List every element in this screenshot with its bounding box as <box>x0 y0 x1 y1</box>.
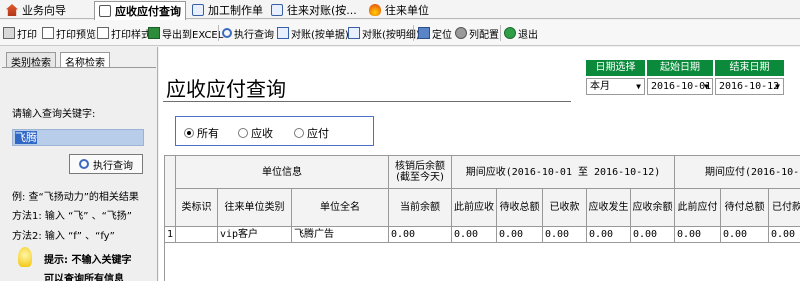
method1-text: 方法1: 输入 “飞” 、“飞扬” <box>12 211 132 222</box>
start-date-label: 起始日期 <box>647 60 713 76</box>
col-pending-receivable[interactable]: 待收总额 <box>497 189 543 227</box>
document-icon <box>99 5 111 17</box>
col-unit-category[interactable]: 往来单位类别 <box>218 189 292 227</box>
excel-icon <box>148 27 160 39</box>
tab-bar: 业务向导 应收应付查询 加工制作单 往来对账(按... 往来单位 <box>0 0 800 20</box>
toolbar: 打印 打印预览 打印样式 导出到EXCEL 执行查询 对账(按单据) 对账(按明… <box>0 20 800 46</box>
flame-icon <box>369 4 381 16</box>
hint-line2: 可以查询所有信息 <box>44 274 124 281</box>
col-unit-name[interactable]: 单位全名 <box>292 189 389 227</box>
export-excel-button[interactable]: 导出到EXCEL <box>148 24 223 42</box>
cell-prev-payable: 0.00 <box>675 227 721 243</box>
dropdown-arrow-icon: ▼ <box>775 82 780 91</box>
lightbulb-icon <box>18 247 32 267</box>
ledger-icon <box>271 4 283 16</box>
cell-prev-receivable: 0.00 <box>452 227 497 243</box>
col-receivable-balance[interactable]: 应收余额 <box>631 189 675 227</box>
row-index: 1 <box>165 227 176 243</box>
row-number-header <box>165 156 176 227</box>
column-config-button[interactable]: 列配置 <box>455 24 499 42</box>
col-current-balance[interactable]: 当前余额 <box>389 189 452 227</box>
col-prev-payable[interactable]: 此前应付 <box>675 189 721 227</box>
search-panel: 类别检索 名称检索 请输入查询关键字: 飞腾 执行查询 例: 查“飞扬动力”的相… <box>0 47 158 281</box>
locate-icon <box>418 27 430 39</box>
group-unit-info: 单位信息 <box>176 156 389 189</box>
reconcile-detail-icon <box>348 27 360 39</box>
tab-trading-units[interactable]: 往来单位 <box>365 1 433 19</box>
tab-business-guide[interactable]: 业务向导 <box>2 1 70 19</box>
search-icon <box>79 159 89 169</box>
print-style-icon <box>97 27 109 39</box>
dropdown-arrow-icon: ▼ <box>704 82 709 91</box>
method2-text: 方法2: 输入 “f” 、“fy” <box>12 231 115 242</box>
radio-dot <box>238 128 248 138</box>
tab-account-reconcile[interactable]: 往来对账(按... <box>267 1 361 19</box>
app-window: 业务向导 应收应付查询 加工制作单 往来对账(按... 往来单位 打印 打印预览 <box>0 0 800 281</box>
tab-processing-order[interactable]: 加工制作单 <box>188 1 267 19</box>
keyword-input[interactable]: 飞腾 <box>12 129 144 146</box>
form-icon <box>192 4 204 16</box>
print-style-button[interactable]: 打印样式 <box>97 24 151 42</box>
tab-name-search[interactable]: 名称检索 <box>60 52 110 69</box>
toolbar-separator <box>218 25 219 41</box>
end-date-label: 结束日期 <box>715 60 784 76</box>
cell-paid: 0.00 <box>769 227 800 243</box>
col-receivable-incurred[interactable]: 应收发生 <box>587 189 631 227</box>
group-balance: 核销后余额 (截至今天) <box>389 156 452 189</box>
col-pending-payable[interactable]: 待付总额 <box>721 189 769 227</box>
result-table: 单位信息 核销后余额 (截至今天) 期间应收(2016-10-01 至 2016… <box>164 155 800 281</box>
tab-category-search[interactable]: 类别检索 <box>6 52 56 69</box>
reconcile-by-detail-button[interactable]: 对账(按明细) <box>348 24 420 42</box>
cell-pending-receivable: 0.00 <box>497 227 543 243</box>
col-prev-receivable[interactable]: 此前应收 <box>452 189 497 227</box>
run-query-button[interactable]: 执行查询 <box>222 24 274 42</box>
col-received[interactable]: 已收款 <box>543 189 587 227</box>
keyword-prompt: 请输入查询关键字: <box>12 109 96 120</box>
date-select-dropdown[interactable]: 本月 ▼ <box>586 78 645 95</box>
locate-button[interactable]: 定位 <box>418 24 452 42</box>
exit-icon <box>504 27 516 39</box>
print-button[interactable]: 打印 <box>3 24 37 42</box>
cell-receivable-incurred: 0.00 <box>587 227 631 243</box>
title-underline <box>163 101 571 102</box>
radio-receivable[interactable]: 应收 <box>238 125 273 141</box>
cell-unit-category: vip客户 <box>218 227 292 243</box>
search-icon <box>222 28 232 38</box>
type-radio-group: 所有 应收 应付 <box>175 116 374 146</box>
radio-all[interactable]: 所有 <box>184 125 219 141</box>
cell-unit-name: 飞腾广告 <box>292 227 389 243</box>
cell-received: 0.00 <box>543 227 587 243</box>
cell-type-id <box>176 227 218 243</box>
print-preview-button[interactable]: 打印预览 <box>42 24 96 42</box>
cell-current-balance: 0.00 <box>389 227 452 243</box>
group-period-payable: 期间应付(2016-10- <box>675 156 800 189</box>
main-content: 应收应付查询 日期选择 起始日期 结束日期 本月 ▼ 2016-10-01 ▼ … <box>159 47 800 281</box>
gear-icon <box>455 27 467 39</box>
group-period-receivable: 期间应收(2016-10-01 至 2016-10-12) <box>452 156 675 189</box>
start-date-picker[interactable]: 2016-10-01 ▼ <box>647 78 713 95</box>
reconcile-icon <box>277 27 289 39</box>
exit-button[interactable]: 退出 <box>504 24 538 42</box>
reconcile-by-document-button[interactable]: 对账(按单据) <box>277 24 349 42</box>
house-icon <box>6 4 18 16</box>
col-type-id[interactable]: 类标识 <box>176 189 218 227</box>
dropdown-arrow-icon: ▼ <box>636 82 641 91</box>
cell-receivable-balance: 0.00 <box>631 227 675 243</box>
cell-pending-payable: 0.00 <box>721 227 769 243</box>
toolbar-separator <box>413 25 414 41</box>
toolbar-separator <box>500 25 501 41</box>
radio-dot <box>184 128 194 138</box>
page-title: 应收应付查询 <box>166 77 286 101</box>
query-button[interactable]: 执行查询 <box>69 154 143 174</box>
preview-icon <box>42 27 54 39</box>
date-select-label: 日期选择 <box>586 60 645 76</box>
end-date-picker[interactable]: 2016-10-12 ▼ <box>715 78 784 95</box>
radio-payable[interactable]: 应付 <box>294 125 329 141</box>
example-text: 例: 查“飞扬动力”的相关结果 <box>12 192 139 203</box>
col-paid[interactable]: 已付款 <box>769 189 800 227</box>
tab-receivable-payable-query[interactable]: 应收应付查询 <box>94 1 186 20</box>
radio-dot <box>294 128 304 138</box>
hint-line1: 提示: 不输入关键字 <box>44 255 132 266</box>
printer-icon <box>3 27 15 39</box>
